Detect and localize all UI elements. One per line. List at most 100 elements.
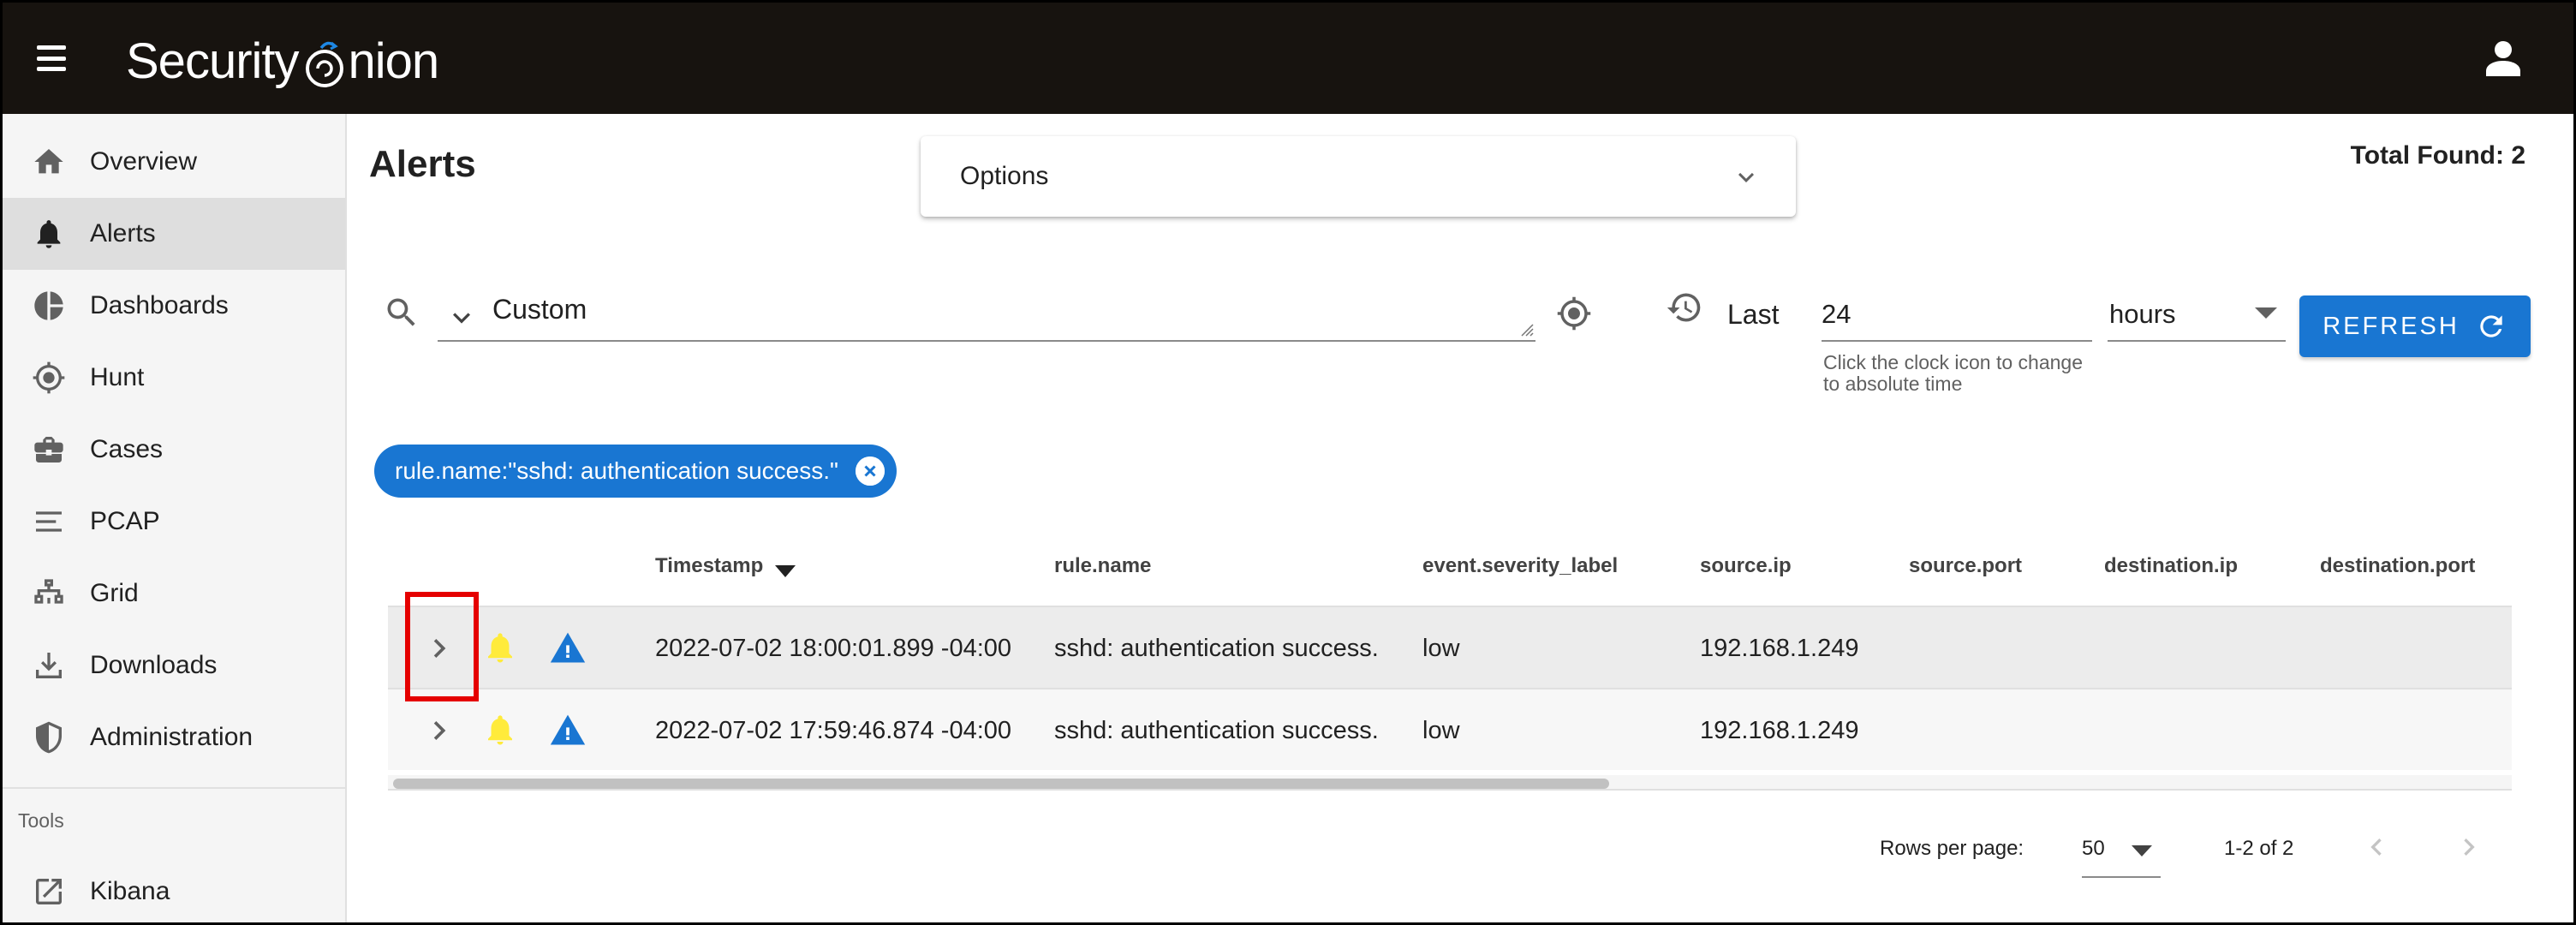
- page-title: Alerts: [369, 143, 476, 185]
- app-window: Security nion Overview Alerts Dashboards…: [0, 0, 2576, 925]
- bell-icon[interactable]: [482, 712, 518, 748]
- sidebar: Overview Alerts Dashboards Hunt Cases PC…: [3, 114, 347, 922]
- refresh-icon: [2480, 315, 2502, 337]
- column-header-destination-ip[interactable]: destination.ip: [2104, 554, 2238, 578]
- cell-severity[interactable]: low: [1422, 635, 1460, 663]
- options-expansion-panel[interactable]: Options: [921, 136, 1796, 217]
- total-found-count: Total Found: 2: [2350, 141, 2525, 170]
- cell-timestamp: 2022-07-02 17:59:46.874 -04:00: [655, 717, 1012, 744]
- rows-per-page-select[interactable]: 50: [2082, 823, 2161, 878]
- sidebar-item-label: Overview: [90, 147, 198, 176]
- column-header-severity[interactable]: event.severity_label: [1422, 554, 1618, 578]
- last-label: Last: [1727, 299, 1780, 330]
- sidebar-item-label: Kibana: [90, 877, 170, 905]
- top-app-bar: Security nion: [3, 3, 2573, 114]
- sidebar-divider: [3, 787, 345, 789]
- table-row[interactable]: 2022-07-02 18:00:01.899 -04:00 sshd: aut…: [388, 606, 2512, 688]
- sidebar-item-hunt[interactable]: Hunt: [3, 342, 345, 414]
- external-link-icon: [30, 873, 68, 910]
- sidebar-item-label: Downloads: [90, 651, 218, 679]
- shield-icon: [30, 719, 68, 756]
- sidebar-item-administration[interactable]: Administration: [3, 701, 345, 773]
- download-icon: [30, 647, 68, 684]
- briefcase-icon: [30, 431, 68, 468]
- filter-chip[interactable]: rule.name:"sshd: authentication success.…: [374, 445, 897, 498]
- sidebar-item-dashboards[interactable]: Dashboards: [3, 270, 345, 342]
- sidebar-item-label: Cases: [90, 435, 164, 463]
- time-value-input[interactable]: 24: [1822, 289, 2092, 342]
- refresh-button[interactable]: REFRESH: [2299, 295, 2531, 357]
- logo-text-right: nion: [348, 33, 440, 89]
- column-header-source-ip[interactable]: source.ip: [1700, 554, 1792, 578]
- network-grid-icon: [30, 575, 68, 612]
- menu-icon[interactable]: [37, 45, 66, 71]
- chevron-down-icon[interactable]: [444, 301, 479, 335]
- close-icon[interactable]: [855, 457, 885, 486]
- options-label: Options: [960, 162, 1049, 190]
- warning-icon[interactable]: [549, 712, 587, 749]
- column-header-timestamp[interactable]: Timestamp: [655, 554, 796, 578]
- column-header-destination-port[interactable]: destination.port: [2320, 554, 2475, 578]
- sidebar-item-label: Dashboards: [90, 291, 229, 319]
- annotation-highlight-box: [405, 592, 479, 701]
- cell-rule-name[interactable]: sshd: authentication success.: [1054, 717, 1379, 745]
- filter-chip-label: rule.name:"sshd: authentication success.…: [395, 457, 838, 484]
- resize-handle-icon[interactable]: [1520, 323, 1534, 337]
- time-hint-text: Click the clock icon to change to absolu…: [1823, 351, 2083, 395]
- horizontal-scrollbar[interactable]: [388, 775, 2512, 791]
- sidebar-item-label: Administration: [90, 723, 253, 751]
- time-unit-value: hours: [2109, 299, 2176, 329]
- user-account-icon[interactable]: [2486, 40, 2520, 76]
- sidebar-item-label: Hunt: [90, 363, 145, 391]
- dropdown-arrow-icon: [2255, 307, 2277, 319]
- security-onion-logo[interactable]: Security nion: [126, 27, 440, 95]
- query-text: Custom: [492, 294, 587, 325]
- table-row[interactable]: 2022-07-02 17:59:46.874 -04:00 sshd: aut…: [388, 688, 2512, 770]
- time-unit-select[interactable]: hours: [2108, 289, 2286, 342]
- sidebar-item-downloads[interactable]: Downloads: [3, 630, 345, 701]
- chevron-right-icon[interactable]: [420, 712, 458, 749]
- alerts-table: Timestamp rule.name event.severity_label…: [388, 534, 2512, 799]
- scrollbar-thumb[interactable]: [393, 779, 1609, 789]
- onion-logo-icon: [305, 41, 343, 87]
- chevron-right-icon[interactable]: [2452, 828, 2486, 866]
- time-value-text: 24: [1822, 299, 1852, 329]
- sort-descending-icon[interactable]: [775, 565, 796, 577]
- sidebar-item-pcap[interactable]: PCAP: [3, 486, 345, 558]
- history-clock-icon[interactable]: [1666, 289, 1703, 326]
- chevron-left-icon[interactable]: [2359, 828, 2394, 866]
- sidebar-item-label: Alerts: [90, 219, 156, 248]
- tools-heading: Tools: [18, 809, 64, 832]
- crosshair-icon[interactable]: [1556, 295, 1592, 331]
- sidebar-item-overview[interactable]: Overview: [3, 126, 345, 198]
- sidebar-item-label: PCAP: [90, 507, 160, 535]
- sidebar-item-grid[interactable]: Grid: [3, 558, 345, 630]
- page-range-text: 1-2 of 2: [2224, 837, 2294, 860]
- home-icon: [30, 143, 68, 181]
- cell-timestamp: 2022-07-02 18:00:01.899 -04:00: [655, 635, 1012, 662]
- column-header-source-port[interactable]: source.port: [1909, 554, 2022, 578]
- cell-source-ip[interactable]: 192.168.1.249: [1700, 717, 1858, 745]
- refresh-label: REFRESH: [2323, 312, 2460, 340]
- column-header-rule-name[interactable]: rule.name: [1054, 554, 1151, 578]
- query-input[interactable]: Custom: [438, 285, 1535, 342]
- search-icon[interactable]: [383, 294, 420, 331]
- warning-icon[interactable]: [549, 630, 587, 667]
- sidebar-item-cases[interactable]: Cases: [3, 414, 345, 486]
- logo-text-left: Security: [126, 33, 300, 89]
- cell-rule-name[interactable]: sshd: authentication success.: [1054, 635, 1379, 663]
- bell-icon[interactable]: [482, 630, 518, 665]
- crosshair-icon: [30, 359, 68, 397]
- sidebar-item-label: Grid: [90, 579, 139, 607]
- rows-per-page-value: 50: [2082, 837, 2105, 860]
- sidebar-item-alerts[interactable]: Alerts: [3, 198, 345, 270]
- rows-per-page-label: Rows per page:: [1880, 837, 2024, 860]
- cell-source-ip[interactable]: 192.168.1.249: [1700, 635, 1858, 663]
- dropdown-arrow-icon: [2132, 845, 2152, 856]
- pie-chart-icon: [30, 287, 68, 325]
- sidebar-item-kibana[interactable]: Kibana: [3, 856, 345, 922]
- chevron-down-icon: [1738, 172, 1754, 182]
- bell-icon: [30, 215, 68, 253]
- cell-severity[interactable]: low: [1422, 717, 1460, 745]
- column-header-label: Timestamp: [655, 554, 764, 577]
